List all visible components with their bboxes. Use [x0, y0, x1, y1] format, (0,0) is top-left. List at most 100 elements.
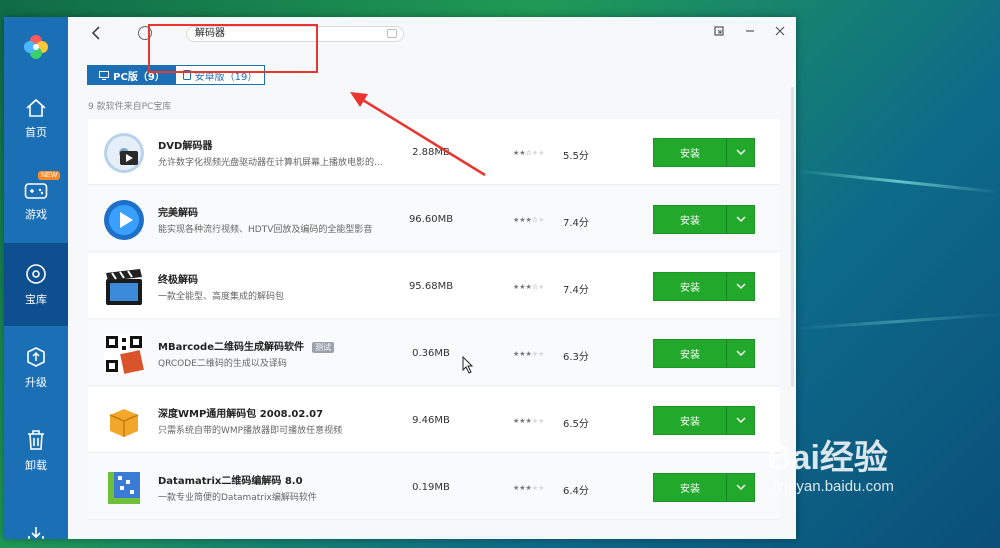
box-app-icon [109, 409, 139, 437]
upgrade-icon [27, 346, 45, 367]
sidebar-item-download[interactable] [4, 492, 68, 539]
search-clear-icon[interactable] [387, 29, 397, 38]
install-label: 安装 [680, 216, 700, 227]
rating-stars: ★★★★★ [513, 484, 545, 492]
close-icon [775, 26, 785, 36]
qrcode-app-icon [104, 334, 144, 374]
chevron-down-icon[interactable] [727, 482, 754, 493]
app-size: 95.68MB [408, 281, 454, 292]
chevron-down-icon[interactable] [727, 214, 754, 225]
app-description: QRCODE二维码的生成以及译码 [158, 359, 287, 369]
sidebar-item-label: 游戏 [25, 207, 47, 221]
minimize-button[interactable] [742, 25, 758, 41]
back-arrow-icon [91, 26, 100, 40]
download-icon [28, 526, 44, 539]
sidebar-item-label: 升级 [25, 375, 47, 389]
test-tag: 测试 [312, 342, 334, 353]
list-item[interactable]: 终极解码 一款全能型、高度集成的解码包 95.68MB ★★★☆★ 7.4分 安… [88, 253, 780, 319]
desktop-light-streak [796, 169, 1000, 194]
app-description: 只需系统自带的WMP播放器即可播放任意视频 [158, 426, 343, 436]
app-size: 9.46MB [412, 415, 450, 426]
rating-stars: ★★☆★★ [513, 149, 545, 157]
sidebar-item-uninstall[interactable]: 卸载 [4, 409, 68, 492]
app-name: Datamatrix二维码编解码 8.0 [158, 476, 303, 487]
install-label: 安装 [680, 350, 700, 361]
app-name: DVD解码器 [158, 141, 213, 152]
install-label: 安装 [680, 283, 700, 294]
chevron-down-icon[interactable] [727, 281, 754, 292]
sidebar-item-upgrade[interactable]: 升级 [4, 326, 68, 409]
sidebar-item-games[interactable]: NEW 游戏 [4, 160, 68, 243]
back-button[interactable] [90, 25, 110, 45]
install-button[interactable]: 安装 [653, 339, 755, 368]
list-item[interactable]: MBarcode二维码生成解码软件 测试 QRCODE二维码的生成以及译码 0.3… [88, 320, 780, 386]
app-logo [4, 17, 68, 77]
sidebar-item-label: 卸载 [25, 458, 47, 472]
trash-icon [28, 429, 44, 450]
install-label: 安装 [680, 417, 700, 428]
app-score: 5.5分 [563, 151, 589, 162]
app-description: 一款全能型、高度集成的解码包 [158, 292, 285, 302]
sidebar-item-library[interactable]: 宝库 [4, 243, 68, 326]
monitor-icon [99, 70, 110, 80]
list-item[interactable]: 深度WMP通用解码包 2008.02.07 只需系统自带的WMP播放器即可播放任… [88, 387, 780, 453]
app-size: 96.60MB [408, 214, 454, 225]
clapper-app-icon [106, 269, 142, 305]
app-name: MBarcode二维码生成解码软件 测试 [158, 338, 334, 353]
sidebar-item-home[interactable]: 首页 [4, 77, 68, 160]
sidebar: 首页 NEW 游戏 宝库 升级 卸载 [4, 17, 68, 539]
list-item[interactable]: 完美解码 能实现各种流行视频、HDTV回放及编码的全能型影音 96.60MB ★… [88, 186, 780, 252]
app-description: 一款专业简便的Datamatrix编解码软件 [158, 493, 317, 503]
chevron-down-icon[interactable] [727, 415, 754, 426]
rating-stars: ★★★★★ [513, 350, 545, 358]
watermark-brand: Bai经验 [767, 439, 888, 477]
app-description: 能实现各种流行视频、HDTV回放及编码的全能型影音 [158, 225, 373, 235]
annotation-arrow-icon [350, 92, 486, 177]
home-icon [26, 98, 46, 117]
minimize-icon [746, 30, 754, 32]
app-name-text: MBarcode二维码生成解码软件 [158, 342, 304, 353]
install-button[interactable]: 安装 [653, 138, 755, 167]
scrollbar[interactable] [791, 87, 794, 387]
app-score: 7.4分 [563, 218, 589, 229]
dvd-app-icon [104, 133, 144, 173]
restore-icon [714, 26, 724, 36]
annotation-highlight-box [148, 24, 318, 73]
app-name: 完美解码 [158, 208, 198, 219]
app-score: 6.3分 [563, 352, 589, 363]
close-button[interactable] [772, 25, 788, 41]
install-label: 安装 [680, 149, 700, 160]
sidebar-item-label: 首页 [25, 125, 47, 139]
restore-button[interactable] [711, 25, 727, 41]
app-size: 0.36MB [412, 348, 450, 359]
app-score: 7.4分 [563, 285, 589, 296]
app-name: 终极解码 [158, 275, 198, 286]
install-button[interactable]: 安装 [653, 406, 755, 435]
install-button[interactable]: 安装 [653, 205, 755, 234]
chevron-down-icon[interactable] [727, 147, 754, 158]
mouse-cursor-icon [462, 356, 474, 374]
source-note: 9 款软件来自PC宝库 [88, 102, 172, 112]
rating-stars: ★★★☆★ [513, 216, 545, 224]
desktop-light-streak [796, 312, 1000, 331]
gamepad-icon [24, 182, 48, 199]
watermark-url: jingyan.baidu.com [773, 478, 894, 495]
datamatrix-app-icon [108, 472, 140, 504]
list-item[interactable]: Datamatrix二维码编解码 8.0 一款专业简便的Datamatrix编解… [88, 454, 780, 520]
chevron-down-icon[interactable] [727, 348, 754, 359]
install-button[interactable]: 安装 [653, 272, 755, 301]
app-size: 0.19MB [412, 482, 450, 493]
rating-stars: ★★★☆★ [513, 283, 545, 291]
app-name: 深度WMP通用解码包 2008.02.07 [158, 409, 324, 420]
play-app-icon [104, 200, 144, 240]
install-label: 安装 [680, 484, 700, 495]
disc-icon [26, 263, 46, 284]
clover-logo-icon [24, 35, 48, 59]
sidebar-item-label: 宝库 [25, 292, 47, 306]
baidu-watermark: Bai经验 jingyan.baidu.com [767, 438, 894, 495]
install-button[interactable]: 安装 [653, 473, 755, 502]
new-badge: NEW [38, 171, 61, 180]
app-score: 6.5分 [563, 419, 589, 430]
app-score: 6.4分 [563, 486, 589, 497]
rating-stars: ★★★★★ [513, 417, 545, 425]
